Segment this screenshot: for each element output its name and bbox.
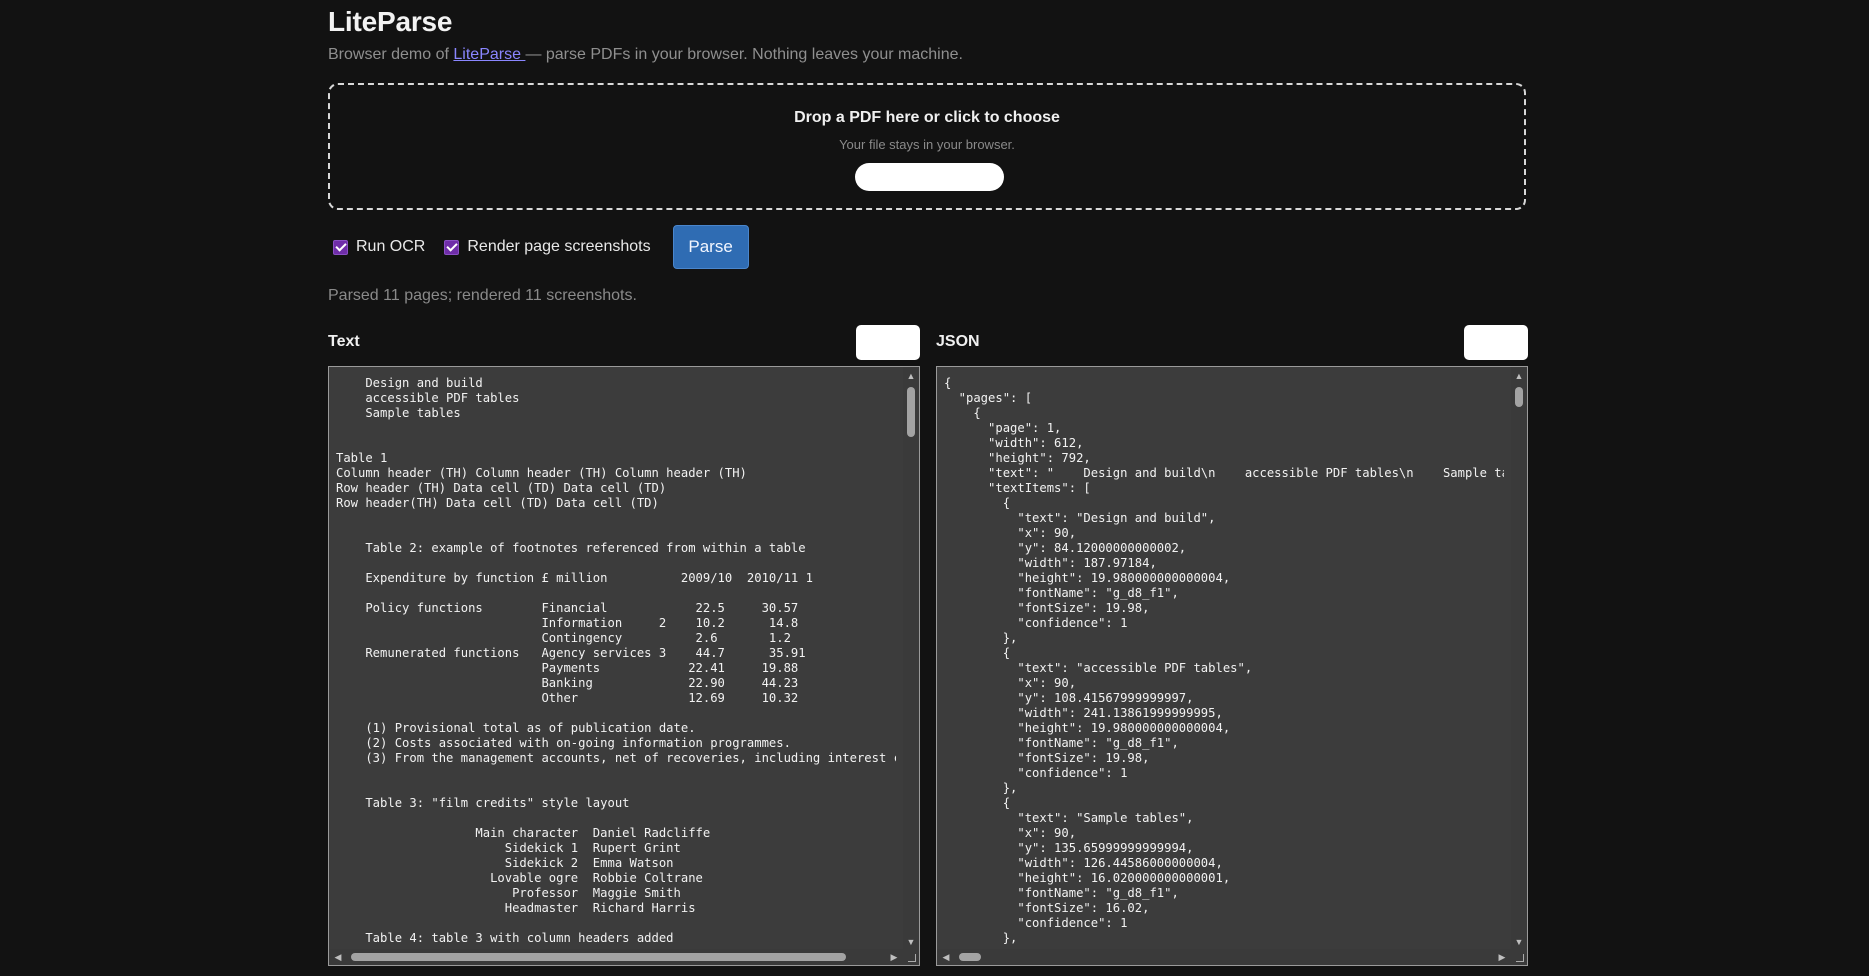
scroll-up-arrow-icon[interactable]: ▲: [903, 369, 919, 383]
json-vertical-scroll-thumb[interactable]: [1515, 387, 1523, 407]
json-copy-button[interactable]: [1464, 325, 1528, 360]
text-copy-button[interactable]: [856, 325, 920, 360]
liteparse-link[interactable]: LiteParse: [453, 46, 525, 63]
resize-handle-icon[interactable]: [1511, 949, 1527, 965]
text-vertical-scroll-thumb[interactable]: [907, 387, 915, 437]
options-bar: Run OCR Render page screenshots Parse: [328, 225, 749, 269]
status-message: Parsed 11 pages; rendered 11 screenshots…: [328, 287, 637, 304]
json-horizontal-scrollbar[interactable]: ◀ ▶: [937, 949, 1511, 965]
subtitle-suffix: — parse PDFs in your browser. Nothing le…: [525, 46, 963, 63]
text-horizontal-scroll-thumb[interactable]: [351, 953, 846, 961]
scroll-down-arrow-icon[interactable]: ▼: [903, 935, 919, 949]
resize-handle-icon[interactable]: [903, 949, 919, 965]
text-output[interactable]: Design and build accessible PDF tables S…: [328, 366, 920, 966]
render-screenshots-label[interactable]: Render page screenshots: [467, 238, 650, 256]
scroll-left-arrow-icon[interactable]: ◀: [331, 949, 345, 965]
text-horizontal-scrollbar[interactable]: ◀ ▶: [329, 949, 903, 965]
scroll-down-arrow-icon[interactable]: ▼: [1511, 935, 1527, 949]
pdf-dropzone[interactable]: Drop a PDF here or click to choose Your …: [328, 83, 1526, 210]
scroll-right-arrow-icon[interactable]: ▶: [887, 949, 901, 965]
subtitle-prefix: Browser demo of: [328, 46, 454, 63]
parse-button[interactable]: Parse: [672, 225, 749, 269]
text-vertical-scrollbar[interactable]: ▲ ▼: [903, 367, 919, 951]
scroll-up-arrow-icon[interactable]: ▲: [1511, 369, 1527, 383]
text-panel-title: Text: [328, 333, 360, 350]
run-ocr-checkbox[interactable]: [333, 239, 348, 255]
choose-file-button[interactable]: [855, 163, 1004, 191]
scroll-left-arrow-icon[interactable]: ◀: [939, 949, 953, 965]
json-output[interactable]: { "pages": [ { "page": 1, "width": 612, …: [936, 366, 1528, 966]
json-vertical-scrollbar[interactable]: ▲ ▼: [1511, 367, 1527, 951]
page-title: LiteParse: [328, 6, 453, 37]
json-output-content: { "pages": [ { "page": 1, "width": 612, …: [944, 376, 1504, 945]
page-subtitle: Browser demo of LiteParse — parse PDFs i…: [328, 46, 963, 64]
json-horizontal-scroll-thumb[interactable]: [959, 953, 981, 961]
render-screenshots-checkbox[interactable]: [444, 239, 460, 255]
scroll-right-arrow-icon[interactable]: ▶: [1495, 949, 1509, 965]
dropzone-subtitle: Your file stays in your browser.: [839, 137, 1015, 152]
json-panel-title: JSON: [936, 333, 980, 350]
dropzone-title: Drop a PDF here or click to choose: [794, 109, 1060, 126]
run-ocr-label[interactable]: Run OCR: [356, 238, 425, 256]
text-output-content: Design and build accessible PDF tables S…: [336, 376, 896, 945]
